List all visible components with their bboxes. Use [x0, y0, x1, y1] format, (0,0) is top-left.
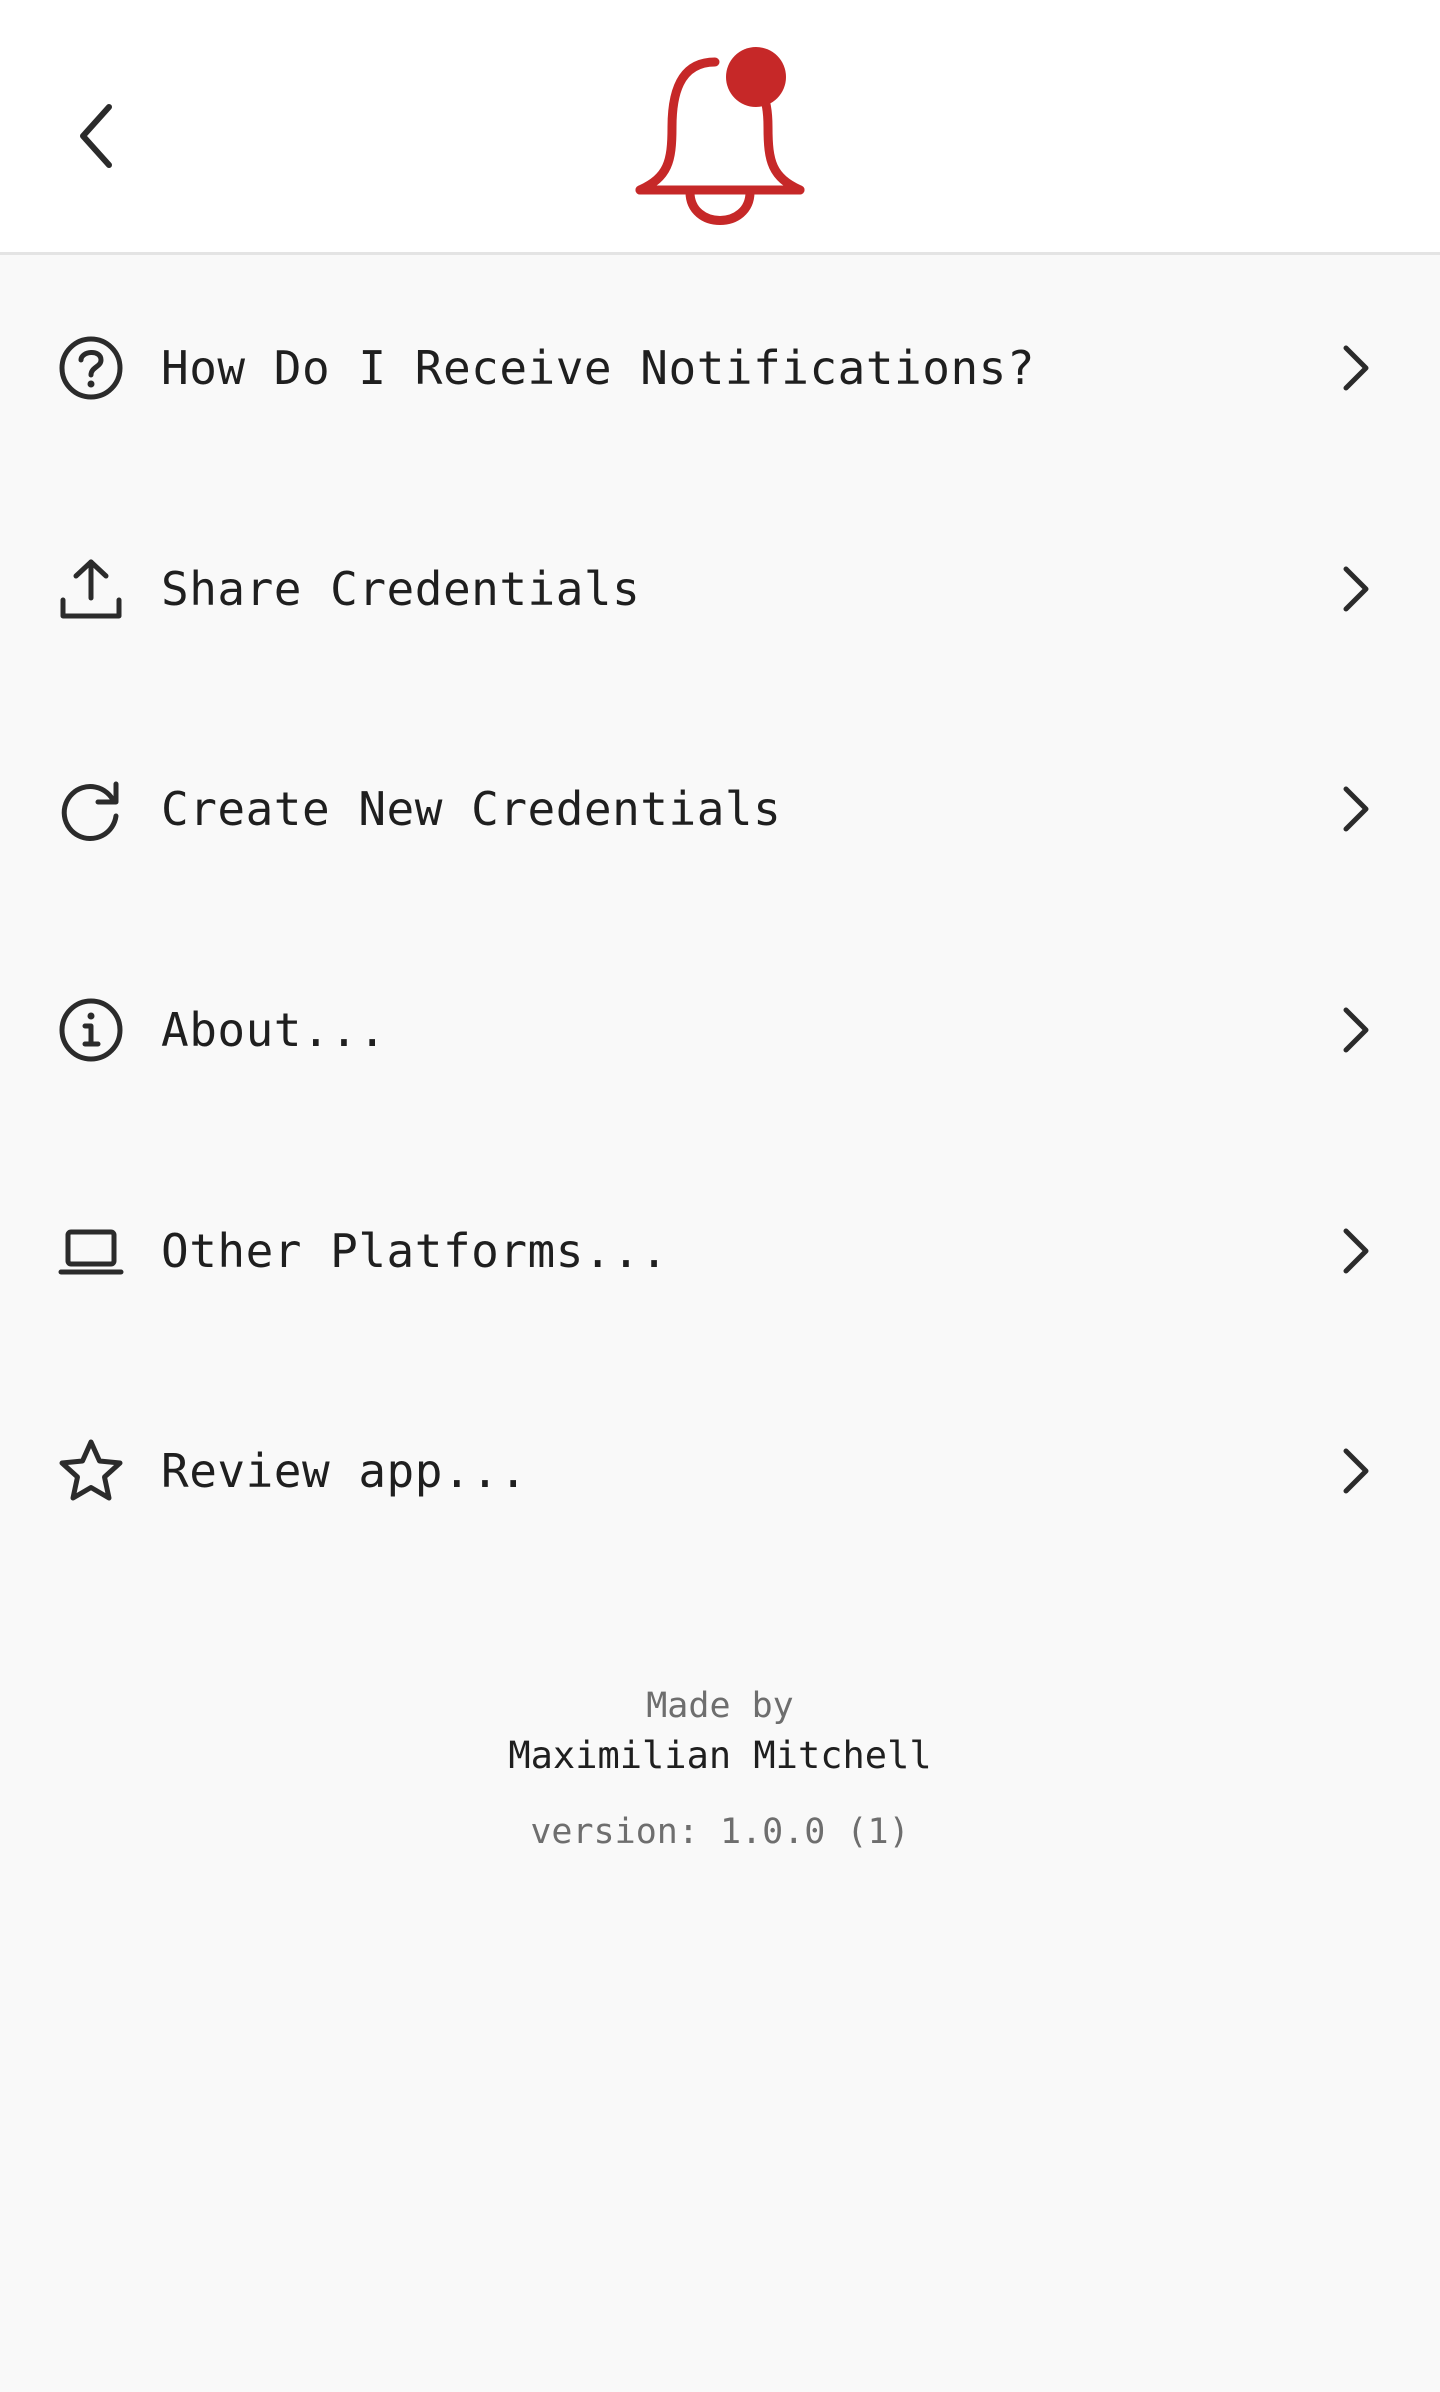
notification-bell-icon — [635, 47, 805, 225]
chevron-right-icon — [1330, 1000, 1380, 1060]
version-label: version: 1.0.0 (1) — [530, 1812, 910, 1852]
back-button[interactable] — [56, 86, 136, 186]
menu-item-label: Review app... — [161, 1444, 528, 1499]
menu-item-how-notifications[interactable]: How Do I Receive Notifications? — [0, 258, 1440, 479]
menu-item-about[interactable]: About... — [0, 920, 1440, 1141]
chevron-right-icon — [1330, 1221, 1380, 1281]
menu-item-label: Other Platforms... — [161, 1223, 669, 1278]
chevron-right-icon — [1330, 1441, 1380, 1501]
menu-item-other-platforms[interactable]: Other Platforms... — [0, 1140, 1440, 1361]
chevron-right-icon — [1330, 338, 1380, 398]
info-circle-icon — [56, 995, 126, 1065]
menu-item-label: How Do I Receive Notifications? — [161, 341, 1036, 396]
made-by-label: Made by — [646, 1686, 794, 1726]
menu-item-review-app[interactable]: Review app... — [0, 1361, 1440, 1582]
settings-menu: How Do I Receive Notifications? Share Cr… — [0, 258, 1440, 1582]
menu-item-share-credentials[interactable]: Share Credentials — [0, 479, 1440, 700]
chevron-left-icon — [80, 104, 112, 168]
chevron-right-icon — [1330, 779, 1380, 839]
menu-item-label: Create New Credentials — [161, 782, 782, 837]
chevron-right-icon — [1330, 559, 1380, 619]
menu-item-label: Share Credentials — [161, 561, 641, 616]
star-icon — [56, 1436, 126, 1506]
author-name: Maximilian Mitchell — [508, 1734, 932, 1777]
laptop-icon — [56, 1216, 126, 1286]
menu-item-create-credentials[interactable]: Create New Credentials — [0, 699, 1440, 920]
app-logo — [630, 42, 810, 232]
upload-icon — [56, 554, 126, 624]
app-footer: Made by Maximilian Mitchell version: 1.0… — [0, 1680, 1440, 1856]
question-circle-icon — [56, 333, 126, 403]
app-header — [0, 0, 1440, 255]
refresh-icon — [56, 774, 126, 844]
menu-item-label: About... — [161, 1003, 387, 1058]
